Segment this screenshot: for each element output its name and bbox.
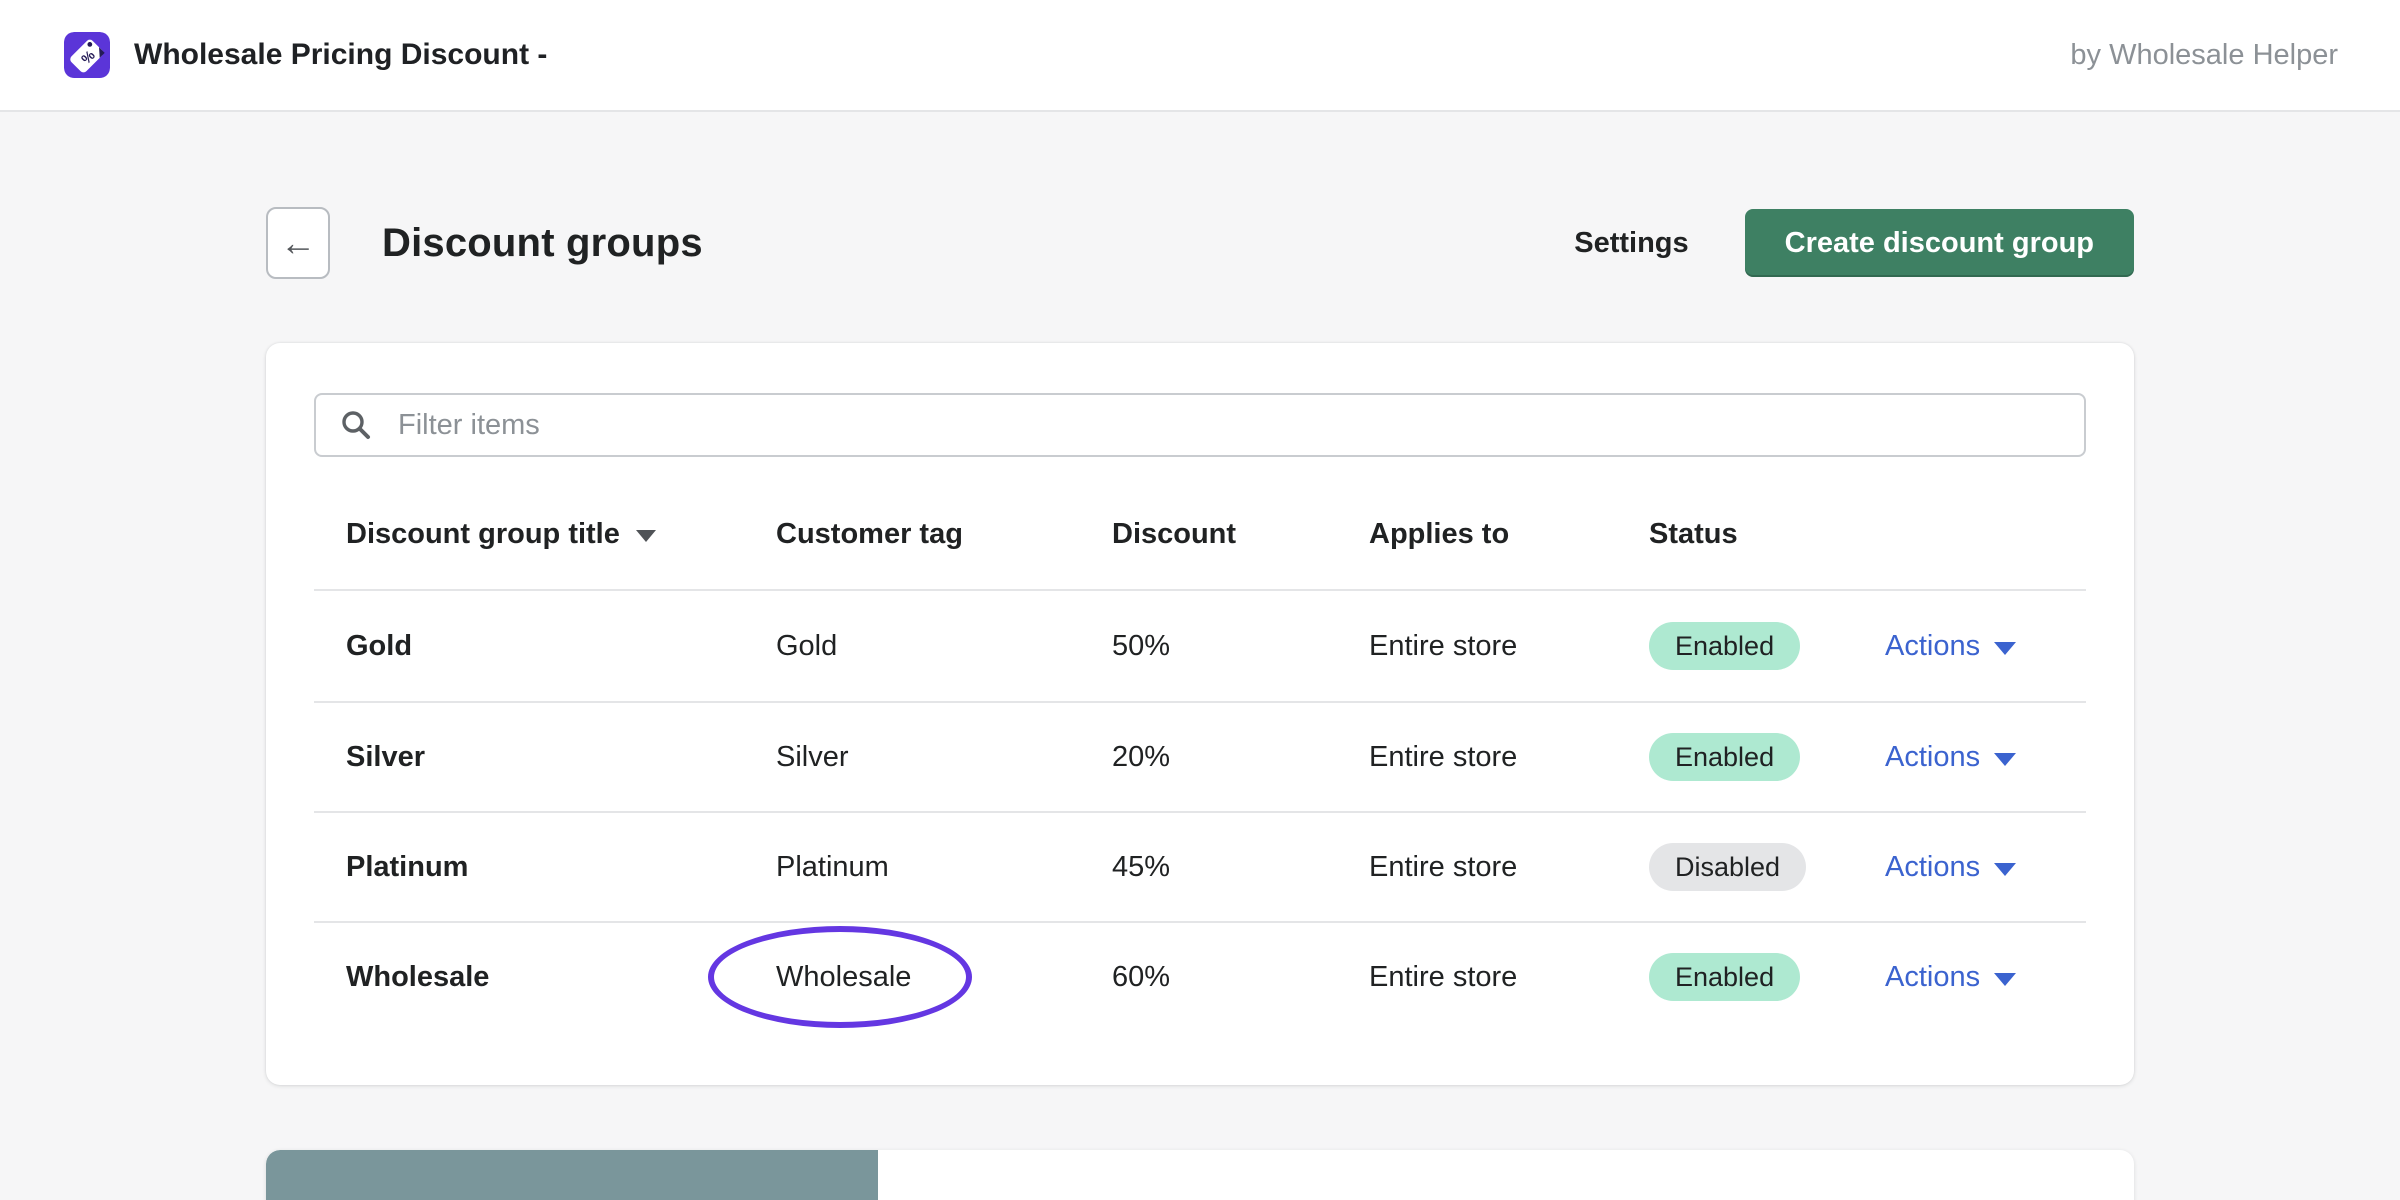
column-header-status: Status [1649,518,1885,551]
cell-customer-tag: Platinum [776,851,1112,884]
status-badge: Enabled [1649,733,1800,781]
cell-title: Silver [346,741,776,774]
actions-dropdown[interactable]: Actions [1885,961,2016,994]
column-header-discount-group-title[interactable]: Discount group title [346,518,776,551]
chevron-down-icon [1994,642,2016,655]
table-row-platinum: Platinum Platinum 45% Entire store Disab… [314,811,2086,921]
chevron-down-icon [1994,753,2016,766]
section-thumbnail-image [266,1150,878,1200]
table-header-row: Discount group title Customer tag Discou… [314,457,2086,591]
back-button[interactable]: ← [266,207,330,279]
column-header-customer-tag: Customer tag [776,518,1112,551]
cell-title: Wholesale [346,961,776,994]
cell-customer-tag: Wholesale [776,961,1112,994]
filter-items-input[interactable] [398,395,2060,455]
cell-discount: 50% [1112,630,1369,663]
cell-applies-to: Entire store [1369,630,1649,663]
cell-discount: 20% [1112,741,1369,774]
page-container: ← Discount groups Settings Create discou… [266,207,2134,1200]
actions-dropdown[interactable]: Actions [1885,741,2016,774]
next-section-card [266,1150,2134,1200]
cell-discount: 45% [1112,851,1369,884]
create-discount-group-button[interactable]: Create discount group [1745,209,2134,277]
app-byline: by Wholesale Helper [2070,39,2338,72]
cell-title: Platinum [346,851,776,884]
cell-title: Gold [346,630,776,663]
table-row-silver: Silver Silver 20% Entire store Enabled A… [314,701,2086,811]
actions-dropdown[interactable]: Actions [1885,851,2016,884]
page-title: Discount groups [382,221,703,266]
actions-dropdown[interactable]: Actions [1885,630,2016,663]
chevron-down-icon [1994,973,2016,986]
page-header-actions: Settings Create discount group [1574,209,2134,277]
table-row-gold: Gold Gold 50% Entire store Enabled Actio… [314,591,2086,701]
app-header: % Wholesale Pricing Discount - by Wholes… [0,0,2400,112]
cell-discount: 60% [1112,961,1369,994]
cell-customer-tag: Silver [776,741,1112,774]
status-badge: Enabled [1649,622,1800,670]
settings-button[interactable]: Settings [1574,227,1688,260]
cell-applies-to: Entire store [1369,851,1649,884]
filter-box [314,393,2086,457]
discount-groups-card: Discount group title Customer tag Discou… [266,343,2134,1085]
app-title: Wholesale Pricing Discount - [134,38,547,72]
table-row-wholesale: Wholesale Wholesale 60% Entire store Ena… [314,921,2086,1031]
cell-applies-to: Entire store [1369,741,1649,774]
status-badge: Enabled [1649,953,1800,1001]
back-arrow-icon: ← [280,225,316,261]
table-body: Gold Gold 50% Entire store Enabled Actio… [314,591,2086,1031]
cell-applies-to: Entire store [1369,961,1649,994]
search-icon [340,409,372,441]
cell-customer-tag: Gold [776,630,1112,663]
column-header-discount: Discount [1112,518,1369,551]
sort-desc-icon [636,530,656,542]
status-badge: Disabled [1649,843,1806,891]
column-header-applies-to: Applies to [1369,518,1649,551]
app-logo-price-tag-icon: % [64,32,110,78]
page-header: ← Discount groups Settings Create discou… [266,207,2134,279]
chevron-down-icon [1994,863,2016,876]
